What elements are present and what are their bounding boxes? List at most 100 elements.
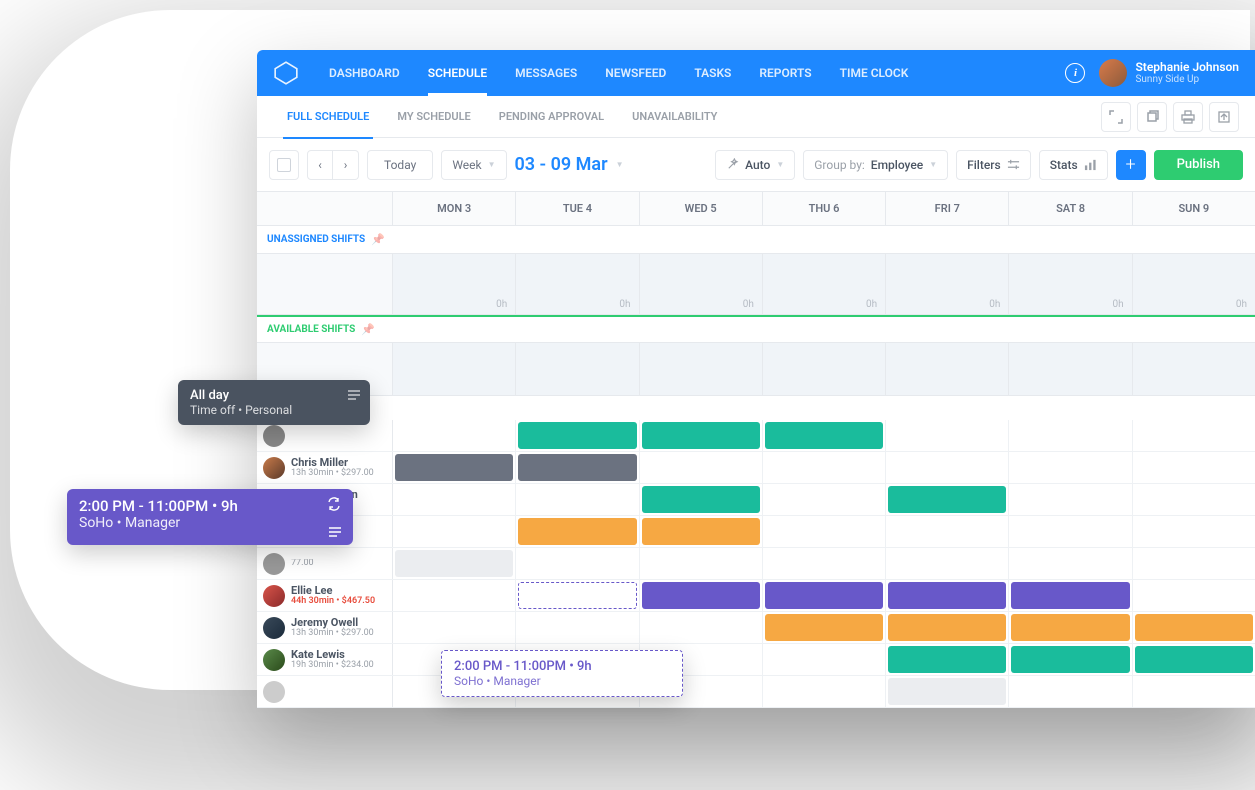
shift-cell[interactable] — [516, 452, 639, 483]
employee-cell[interactable]: Jeremy Owell13h 30min • $297.00 — [257, 612, 393, 643]
group-by-select[interactable]: Group by: Employee ▼ — [803, 150, 948, 180]
publish-button[interactable]: Publish — [1154, 150, 1243, 180]
day-cell[interactable] — [763, 343, 886, 395]
employee-cell[interactable]: Chris Miller13h 30min • $297.00 — [257, 452, 393, 483]
shift-block[interactable] — [1011, 582, 1129, 609]
shift-cell[interactable] — [1133, 484, 1255, 515]
shift-cell[interactable] — [640, 612, 763, 643]
shift-cell[interactable] — [393, 612, 516, 643]
shift-block[interactable] — [1011, 646, 1129, 673]
shift-block[interactable] — [765, 582, 883, 609]
shift-cell[interactable] — [516, 580, 639, 611]
day-cell[interactable] — [640, 343, 763, 395]
day-cell[interactable] — [1133, 343, 1255, 395]
subnav-pending-approval[interactable]: PENDING APPROVAL — [485, 96, 618, 138]
shift-block[interactable] — [642, 486, 760, 513]
shift-cell[interactable] — [886, 676, 1009, 707]
shift-cell[interactable] — [1133, 580, 1255, 611]
shift-block[interactable] — [518, 422, 636, 449]
shift-cell[interactable] — [886, 452, 1009, 483]
shift-block[interactable] — [765, 422, 883, 449]
shift-cell[interactable] — [763, 548, 886, 579]
day-cell[interactable] — [393, 343, 516, 395]
shift-block[interactable] — [395, 454, 513, 481]
day-cell[interactable]: 0h — [640, 254, 763, 314]
today-button[interactable]: Today — [367, 150, 433, 180]
shift-cell[interactable] — [393, 452, 516, 483]
fullscreen-icon[interactable] — [1101, 102, 1131, 132]
shift-cell[interactable] — [393, 548, 516, 579]
shift-cell[interactable] — [516, 484, 639, 515]
shift-block[interactable] — [888, 486, 1006, 513]
shift-block[interactable] — [518, 582, 636, 609]
shift-cell[interactable] — [1133, 452, 1255, 483]
shift-cell[interactable] — [1009, 420, 1132, 451]
day-cell[interactable] — [886, 343, 1009, 395]
shift-cell[interactable] — [763, 612, 886, 643]
section-unassigned-header[interactable]: UNASSIGNED SHIFTS 📌 — [257, 226, 1255, 254]
shift-cell[interactable] — [763, 452, 886, 483]
export-icon[interactable] — [1209, 102, 1239, 132]
user-menu[interactable]: Stephanie Johnson Sunny Side Up — [1099, 59, 1239, 87]
stats-button[interactable]: Stats — [1039, 150, 1108, 180]
info-icon[interactable]: i — [1065, 63, 1085, 83]
nav-messages[interactable]: MESSAGES — [501, 50, 591, 96]
shift-cell[interactable] — [640, 452, 763, 483]
shift-block[interactable] — [888, 614, 1006, 641]
shift-cell[interactable] — [763, 644, 886, 675]
day-cell[interactable]: 0h — [1009, 254, 1132, 314]
shift-cell[interactable] — [763, 420, 886, 451]
view-range-select[interactable]: Week▼ — [441, 150, 506, 180]
shift-cell[interactable] — [1133, 612, 1255, 643]
shift-cell[interactable] — [886, 644, 1009, 675]
shift-cell[interactable] — [1009, 580, 1132, 611]
shift-cell[interactable] — [886, 484, 1009, 515]
day-cell[interactable]: 0h — [516, 254, 639, 314]
shift-cell[interactable] — [393, 484, 516, 515]
section-available-header[interactable]: AVAILABLE SHIFTS 📌 — [257, 315, 1255, 343]
shift-cell[interactable] — [1133, 644, 1255, 675]
nav-schedule[interactable]: SCHEDULE — [414, 50, 501, 96]
shift-cell[interactable] — [640, 420, 763, 451]
shift-cell[interactable] — [1009, 484, 1132, 515]
shift-block[interactable] — [888, 582, 1006, 609]
shift-block[interactable] — [642, 518, 760, 545]
shift-cell[interactable] — [1133, 676, 1255, 707]
shift-cell[interactable] — [1133, 548, 1255, 579]
shift-cell[interactable] — [1009, 452, 1132, 483]
shift-cell[interactable] — [393, 580, 516, 611]
shift-cell[interactable] — [886, 580, 1009, 611]
shift-cell[interactable] — [640, 548, 763, 579]
day-cell[interactable]: 0h — [763, 254, 886, 314]
subnav-full-schedule[interactable]: FULL SCHEDULE — [273, 96, 383, 138]
day-cell[interactable] — [1009, 343, 1132, 395]
shift-cell[interactable] — [763, 516, 886, 547]
shift-cell[interactable] — [516, 420, 639, 451]
nav-newsfeed[interactable]: NEWSFEED — [591, 50, 680, 96]
shift-block[interactable] — [1135, 646, 1253, 673]
shift-cell[interactable] — [763, 484, 886, 515]
nav-reports[interactable]: REPORTS — [745, 50, 825, 96]
shift-cell[interactable] — [640, 484, 763, 515]
select-all-checkbox[interactable] — [269, 150, 299, 180]
employee-cell[interactable]: 77.00 — [257, 548, 393, 579]
shift-card[interactable]: 2:00 PM - 11:00PM • 9h SoHo • Manager — [67, 489, 353, 545]
shift-cell[interactable] — [886, 516, 1009, 547]
shift-cell[interactable] — [640, 580, 763, 611]
shift-block[interactable] — [888, 646, 1006, 673]
shift-cell[interactable] — [1009, 548, 1132, 579]
prev-button[interactable]: ‹ — [307, 150, 333, 180]
shift-cell[interactable] — [1009, 612, 1132, 643]
nav-dashboard[interactable]: DASHBOARD — [315, 50, 414, 96]
add-button[interactable]: + — [1116, 150, 1146, 180]
shift-block[interactable] — [888, 678, 1006, 705]
day-cell[interactable]: 0h — [886, 254, 1009, 314]
shift-cell[interactable] — [1133, 420, 1255, 451]
day-cell[interactable]: 0h — [393, 254, 516, 314]
nav-time-clock[interactable]: TIME CLOCK — [826, 50, 923, 96]
day-cell[interactable]: 0h — [1133, 254, 1255, 314]
auto-button[interactable]: Auto▼ — [715, 150, 795, 180]
time-off-card[interactable]: All day Time off • Personal — [178, 380, 370, 425]
subnav-my-schedule[interactable]: MY SCHEDULE — [383, 96, 484, 138]
shift-block[interactable] — [1135, 614, 1253, 641]
